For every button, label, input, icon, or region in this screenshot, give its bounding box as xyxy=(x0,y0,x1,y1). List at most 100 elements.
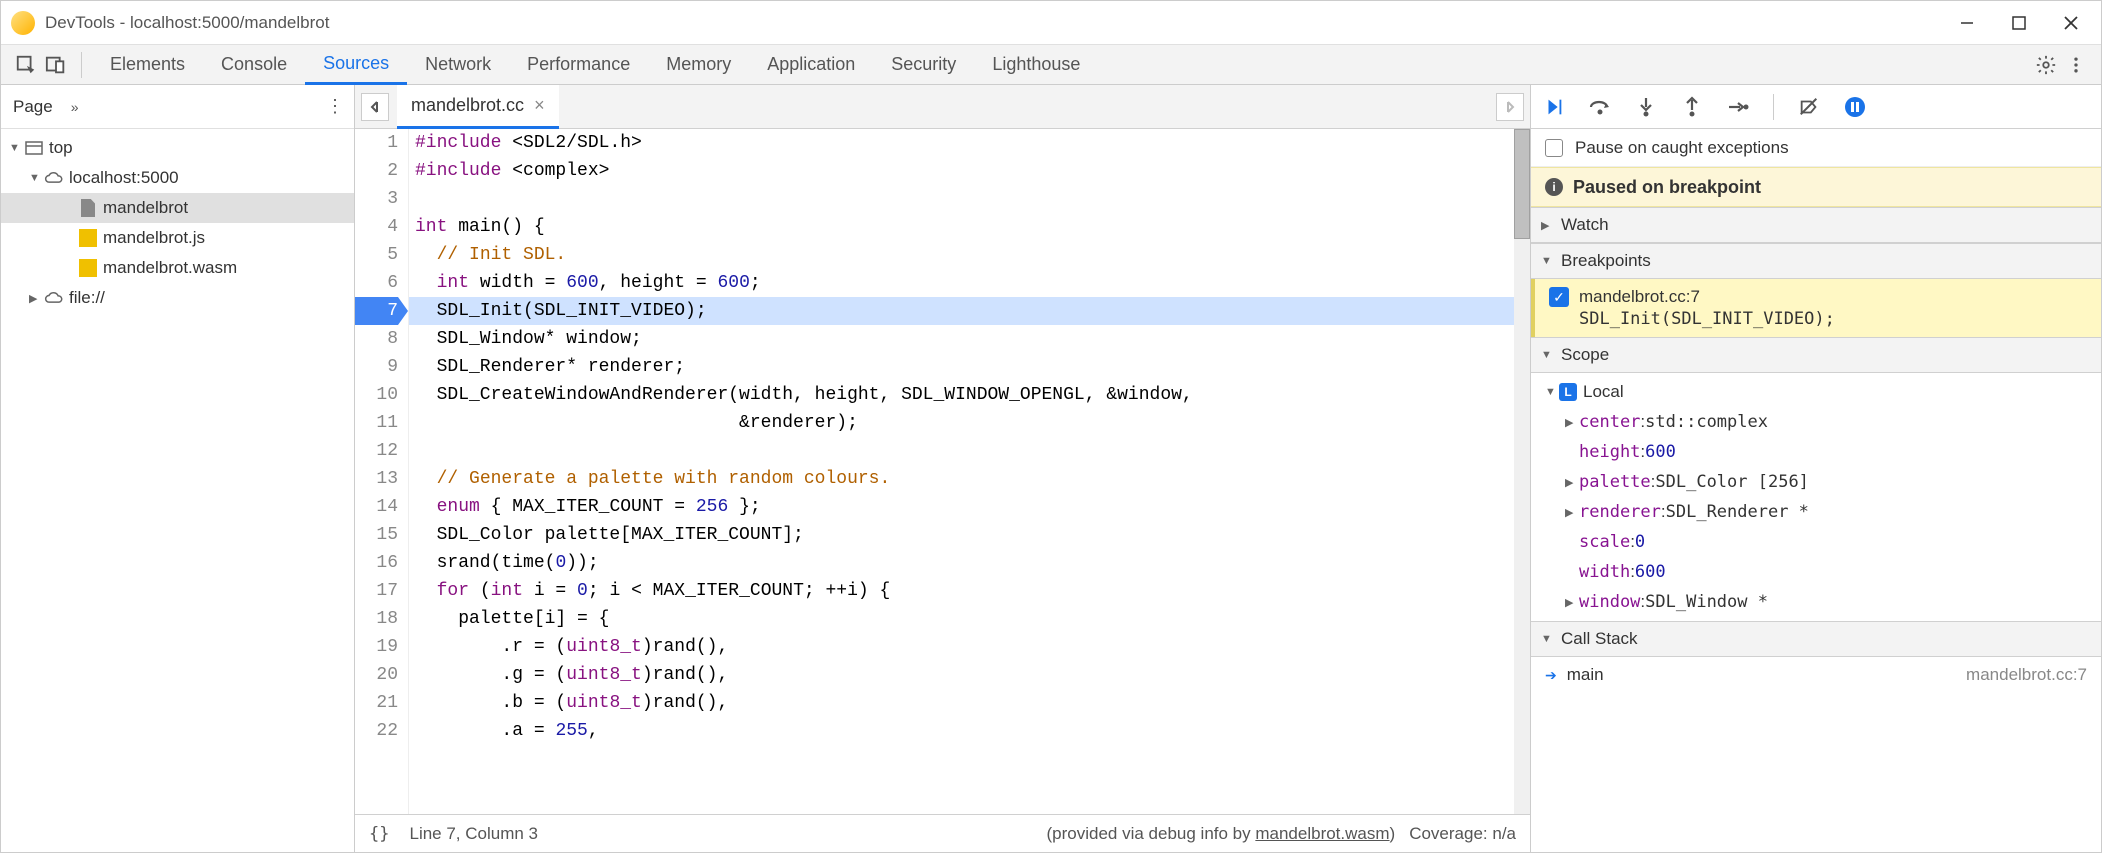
scope-local[interactable]: ▼ L Local xyxy=(1531,377,2101,407)
code-editor[interactable]: 12345678910111213141516171819202122 #inc… xyxy=(355,129,1530,814)
line-number[interactable]: 7 xyxy=(355,297,398,325)
code-line[interactable]: SDL_Renderer* renderer; xyxy=(409,353,1530,381)
code-line[interactable]: SDL_Init(SDL_INIT_VIDEO); xyxy=(409,297,1530,325)
tab-memory[interactable]: Memory xyxy=(648,45,749,85)
close-button[interactable] xyxy=(2061,13,2081,33)
step-into-button[interactable] xyxy=(1633,94,1659,120)
code-line[interactable] xyxy=(409,185,1530,213)
scrollbar-track[interactable] xyxy=(1514,129,1530,814)
code-line[interactable]: SDL_CreateWindowAndRenderer(width, heigh… xyxy=(409,381,1530,409)
expand-arrow-icon[interactable]: ▼ xyxy=(1541,633,1555,645)
pretty-print-icon[interactable]: {} xyxy=(369,824,389,844)
settings-gear-icon[interactable] xyxy=(2031,50,2061,80)
scrollbar-thumb[interactable] xyxy=(1514,129,1530,239)
code-line[interactable]: #include <SDL2/SDL.h> xyxy=(409,129,1530,157)
scope-variable[interactable]: scale: 0 xyxy=(1531,527,2101,557)
line-number[interactable]: 19 xyxy=(355,633,398,661)
tab-lighthouse[interactable]: Lighthouse xyxy=(974,45,1098,85)
scope-variable[interactable]: width: 600 xyxy=(1531,557,2101,587)
line-number[interactable]: 2 xyxy=(355,157,398,185)
pause-on-caught-row[interactable]: Pause on caught exceptions xyxy=(1531,129,2101,167)
tab-elements[interactable]: Elements xyxy=(92,45,203,85)
more-vertical-icon[interactable] xyxy=(2061,50,2091,80)
line-number[interactable]: 5 xyxy=(355,241,398,269)
scope-variable[interactable]: height: 600 xyxy=(1531,437,2101,467)
tab-network[interactable]: Network xyxy=(407,45,509,85)
line-number[interactable]: 18 xyxy=(355,605,398,633)
editor-tab-open[interactable]: mandelbrot.cc × xyxy=(397,85,559,129)
tree-file-scheme[interactable]: ▶ file:// xyxy=(1,283,354,313)
editor-nav-back-icon[interactable] xyxy=(361,93,389,121)
step-button[interactable] xyxy=(1725,94,1751,120)
line-number[interactable]: 20 xyxy=(355,661,398,689)
tab-security[interactable]: Security xyxy=(873,45,974,85)
code-line[interactable]: // Generate a palette with random colour… xyxy=(409,465,1530,493)
code-line[interactable]: srand(time(0)); xyxy=(409,549,1530,577)
tab-console[interactable]: Console xyxy=(203,45,305,85)
callstack-frame[interactable]: ➔ main mandelbrot.cc:7 xyxy=(1531,657,2101,693)
line-number[interactable]: 14 xyxy=(355,493,398,521)
section-breakpoints[interactable]: ▼ Breakpoints xyxy=(1531,243,2101,279)
minimize-button[interactable] xyxy=(1957,13,1977,33)
expand-arrow-icon[interactable]: ▼ xyxy=(1541,255,1555,267)
collapse-arrow-icon[interactable]: ▶ xyxy=(1565,506,1579,519)
section-callstack[interactable]: ▼ Call Stack xyxy=(1531,621,2101,657)
tree-file-mandelbrot-wasm[interactable]: mandelbrot.wasm xyxy=(1,253,354,283)
scope-variable[interactable]: ▶renderer: SDL_Renderer * xyxy=(1531,497,2101,527)
line-number[interactable]: 4 xyxy=(355,213,398,241)
line-number[interactable]: 21 xyxy=(355,689,398,717)
tree-host[interactable]: ▼ localhost:5000 xyxy=(1,163,354,193)
code-line[interactable]: // Init SDL. xyxy=(409,241,1530,269)
scope-variable[interactable]: ▶window: SDL_Window * xyxy=(1531,587,2101,617)
line-number[interactable]: 15 xyxy=(355,521,398,549)
code-line[interactable]: int width = 600, height = 600; xyxy=(409,269,1530,297)
navigator-menu-icon[interactable]: ⋮ xyxy=(326,96,344,117)
tab-performance[interactable]: Performance xyxy=(509,45,648,85)
debug-info-link[interactable]: mandelbrot.wasm xyxy=(1255,824,1389,843)
code-line[interactable]: &renderer); xyxy=(409,409,1530,437)
code-line[interactable] xyxy=(409,437,1530,465)
tab-sources[interactable]: Sources xyxy=(305,45,407,85)
line-number[interactable]: 1 xyxy=(355,129,398,157)
code-line[interactable]: .b = (uint8_t)rand(), xyxy=(409,689,1530,717)
line-number[interactable]: 3 xyxy=(355,185,398,213)
collapse-arrow-icon[interactable]: ▶ xyxy=(1565,416,1579,429)
step-out-button[interactable] xyxy=(1679,94,1705,120)
navigator-tab-page[interactable]: Page xyxy=(11,97,61,117)
expand-arrow-icon[interactable]: ▼ xyxy=(29,172,43,184)
code-line[interactable]: #include <complex> xyxy=(409,157,1530,185)
code-line[interactable]: SDL_Window* window; xyxy=(409,325,1530,353)
code-area[interactable]: #include <SDL2/SDL.h>#include <complex> i… xyxy=(409,129,1530,814)
line-number[interactable]: 22 xyxy=(355,717,398,745)
scope-variable[interactable]: ▶center: std::complex xyxy=(1531,407,2101,437)
close-tab-icon[interactable]: × xyxy=(534,95,545,116)
section-watch[interactable]: ▶ Watch xyxy=(1531,207,2101,243)
section-scope[interactable]: ▼ Scope xyxy=(1531,337,2101,373)
editor-nav-forward-icon[interactable] xyxy=(1496,93,1524,121)
line-number[interactable]: 13 xyxy=(355,465,398,493)
code-line[interactable]: .a = 255, xyxy=(409,717,1530,745)
code-line[interactable]: .r = (uint8_t)rand(), xyxy=(409,633,1530,661)
scope-variable[interactable]: ▶palette: SDL_Color [256] xyxy=(1531,467,2101,497)
tree-top[interactable]: ▼ top xyxy=(1,133,354,163)
line-number[interactable]: 10 xyxy=(355,381,398,409)
tree-file-mandelbrot[interactable]: mandelbrot xyxy=(1,193,354,223)
code-line[interactable]: .g = (uint8_t)rand(), xyxy=(409,661,1530,689)
checkbox-checked[interactable]: ✓ xyxy=(1549,287,1569,307)
pause-exceptions-button[interactable] xyxy=(1842,94,1868,120)
code-line[interactable]: SDL_Color palette[MAX_ITER_COUNT]; xyxy=(409,521,1530,549)
collapse-arrow-icon[interactable]: ▶ xyxy=(1565,596,1579,609)
checkbox-unchecked[interactable] xyxy=(1545,139,1563,157)
line-number[interactable]: 8 xyxy=(355,325,398,353)
code-line[interactable]: palette[i] = { xyxy=(409,605,1530,633)
navigator-more-tabs-icon[interactable]: » xyxy=(71,99,79,115)
collapse-arrow-icon[interactable]: ▶ xyxy=(1541,219,1555,232)
tab-application[interactable]: Application xyxy=(749,45,873,85)
breakpoint-item[interactable]: ✓ mandelbrot.cc:7 SDL_Init(SDL_INIT_VIDE… xyxy=(1531,279,2101,337)
line-number[interactable]: 17 xyxy=(355,577,398,605)
code-line[interactable]: for (int i = 0; i < MAX_ITER_COUNT; ++i)… xyxy=(409,577,1530,605)
line-number[interactable]: 12 xyxy=(355,437,398,465)
expand-arrow-icon[interactable]: ▼ xyxy=(1545,386,1559,398)
maximize-button[interactable] xyxy=(2009,13,2029,33)
expand-arrow-icon[interactable]: ▼ xyxy=(1541,349,1555,361)
